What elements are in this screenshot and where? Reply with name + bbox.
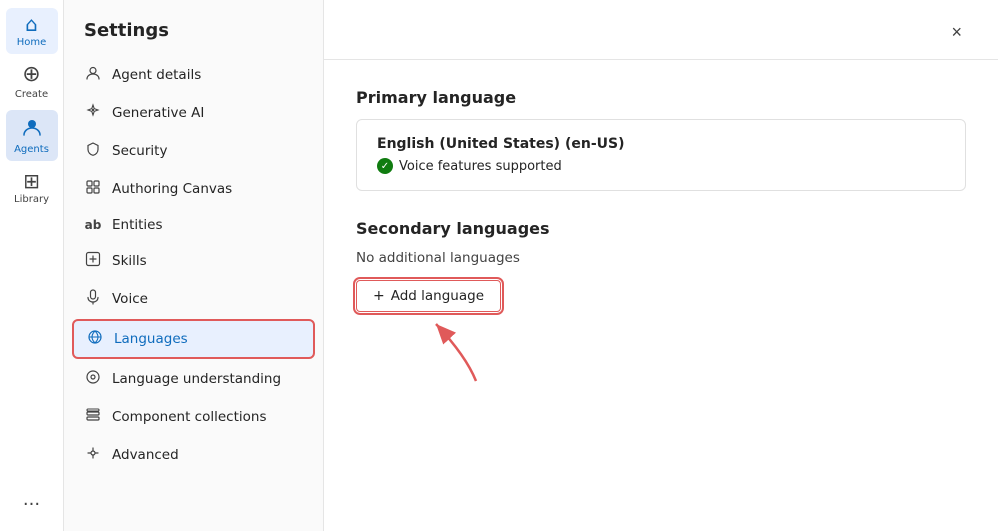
secondary-languages-section: Secondary languages No additional langua… <box>356 219 966 312</box>
sidebar-item-voice[interactable]: Voice <box>72 281 315 317</box>
nav-label-library: Library <box>14 194 49 205</box>
nav-item-create[interactable]: ⊕ Create <box>6 58 58 106</box>
sidebar-item-language-understanding[interactable]: Language understanding <box>72 361 315 397</box>
sidebar-item-agent-details[interactable]: Agent details <box>72 57 315 93</box>
main-content: Primary language English (United States)… <box>324 60 998 531</box>
sidebar-label-security: Security <box>112 143 167 159</box>
language-understanding-icon <box>84 369 102 389</box>
nav-item-agents[interactable]: Agents <box>6 110 58 161</box>
no-additional-languages-text: No additional languages <box>356 250 966 266</box>
voice-supported-row: ✓ Voice features supported <box>377 158 945 174</box>
sidebar-label-skills: Skills <box>112 253 147 269</box>
agent-details-icon <box>84 65 102 85</box>
secondary-languages-title: Secondary languages <box>356 219 966 238</box>
add-language-button[interactable]: + Add language <box>356 280 501 312</box>
main-header: × <box>324 0 998 60</box>
sidebar-item-advanced[interactable]: Advanced <box>72 437 315 473</box>
primary-language-title: Primary language <box>356 88 966 107</box>
security-icon <box>84 141 102 161</box>
sidebar-item-languages[interactable]: Languages <box>72 319 315 359</box>
component-collections-icon <box>84 407 102 427</box>
nav-bar: ⌂ Home ⊕ Create Agents ⊞ Library ··· <box>0 0 64 531</box>
sidebar-label-authoring-canvas: Authoring Canvas <box>112 181 232 197</box>
sidebar-item-entities[interactable]: ab Entities <box>72 209 315 241</box>
nav-more-button[interactable]: ··· <box>23 494 40 515</box>
advanced-icon <box>84 445 102 465</box>
skills-icon <box>84 251 102 271</box>
primary-language-card: English (United States) (en-US) ✓ Voice … <box>356 119 966 191</box>
sidebar-label-languages: Languages <box>114 331 188 347</box>
sidebar-label-voice: Voice <box>112 291 148 307</box>
agents-icon <box>21 116 43 141</box>
plus-icon: + <box>373 288 385 304</box>
sidebar-label-advanced: Advanced <box>112 447 179 463</box>
create-icon: ⊕ <box>22 64 40 86</box>
authoring-canvas-icon <box>84 179 102 199</box>
nav-item-library[interactable]: ⊞ Library <box>6 165 58 211</box>
sidebar-item-component-collections[interactable]: Component collections <box>72 399 315 435</box>
nav-item-home[interactable]: ⌂ Home <box>6 8 58 54</box>
home-icon: ⌂ <box>25 14 38 34</box>
sidebar-label-entities: Entities <box>112 217 163 233</box>
annotation-arrow <box>406 316 486 386</box>
add-language-label: Add language <box>391 288 484 304</box>
settings-sidebar: Settings Agent details Generative AI Sec… <box>64 0 324 531</box>
sidebar-item-skills[interactable]: Skills <box>72 243 315 279</box>
sidebar-item-generative-ai[interactable]: Generative AI <box>72 95 315 131</box>
add-language-container: + Add language <box>356 280 501 312</box>
nav-label-create: Create <box>15 89 48 100</box>
sidebar-label-generative-ai: Generative AI <box>112 105 204 121</box>
sidebar-item-authoring-canvas[interactable]: Authoring Canvas <box>72 171 315 207</box>
sidebar-title: Settings <box>64 0 323 53</box>
voice-icon <box>84 289 102 309</box>
main-content-area: × Primary language English (United State… <box>324 0 998 531</box>
close-button[interactable]: × <box>947 18 966 47</box>
check-icon: ✓ <box>377 158 393 174</box>
generative-ai-icon <box>84 103 102 123</box>
languages-icon <box>86 329 104 349</box>
nav-label-home: Home <box>17 37 47 48</box>
voice-supported-label: Voice features supported <box>399 159 562 174</box>
sidebar-item-security[interactable]: Security <box>72 133 315 169</box>
sidebar-label-component-collections: Component collections <box>112 409 266 425</box>
sidebar-label-agent-details: Agent details <box>112 67 201 83</box>
sidebar-menu: Agent details Generative AI Security Aut… <box>64 53 323 477</box>
library-icon: ⊞ <box>23 171 40 191</box>
nav-label-agents: Agents <box>14 144 49 155</box>
primary-language-name: English (United States) (en-US) <box>377 136 945 152</box>
sidebar-label-language-understanding: Language understanding <box>112 371 281 387</box>
entities-icon: ab <box>84 218 102 232</box>
